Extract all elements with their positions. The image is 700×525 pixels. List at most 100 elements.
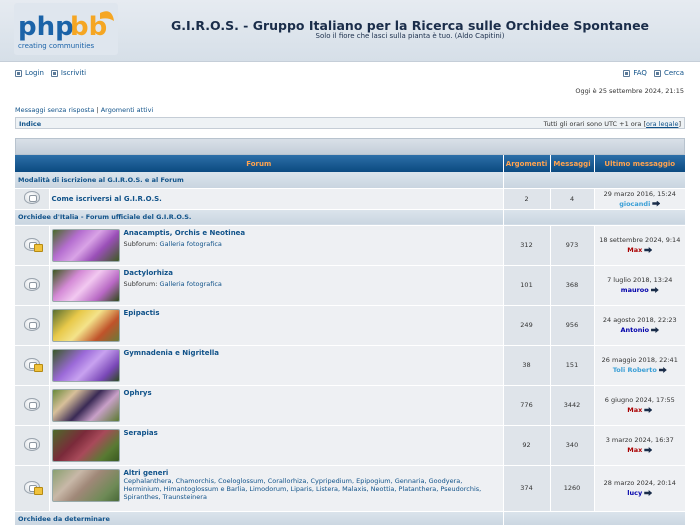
forum-read-icon	[23, 277, 40, 291]
last-post-author-line: Max	[595, 445, 686, 455]
subforum-label: Subforum:	[123, 239, 158, 248]
register-icon	[50, 69, 58, 77]
search-link[interactable]: Cerca	[664, 69, 684, 77]
search-icon	[653, 69, 661, 77]
forum-thumbnail[interactable]	[51, 308, 120, 342]
forum-thumbnail[interactable]	[51, 388, 120, 422]
topics-count: 101	[503, 265, 551, 306]
login-link[interactable]: Login	[25, 69, 44, 77]
goto-last-post-icon[interactable]	[652, 200, 661, 207]
faq-icon	[623, 69, 631, 77]
goto-last-post-icon[interactable]	[650, 287, 659, 293]
forum-unread-icon	[23, 237, 43, 252]
category-title[interactable]: Modalità di iscrizione al G.I.R.O.S. e a…	[15, 172, 504, 189]
last-post-author[interactable]: Max	[627, 446, 642, 454]
last-post-cell: 3 marzo 2024, 16:37 Max	[594, 425, 686, 466]
topics-count: 2	[503, 188, 551, 210]
legal-time-link[interactable]: ora legale	[646, 120, 678, 128]
last-post-author[interactable]: mauroo	[621, 286, 649, 294]
forum-row: Dactylorhiza Subforum: Galleria fotografi…	[15, 265, 686, 306]
register-link[interactable]: Iscriviti	[61, 69, 86, 77]
goto-last-post-icon[interactable]	[644, 447, 653, 453]
forum-thumbnail[interactable]	[51, 468, 120, 502]
subforum-link[interactable]: Galleria fotografica	[160, 240, 222, 248]
forum-icon-cell	[15, 188, 50, 210]
last-post-cell: 28 marzo 2024, 20:14 lucy	[594, 465, 686, 512]
category-row: Orchidee da determinare	[15, 511, 686, 525]
last-post-author-line: Antonio	[595, 325, 686, 335]
forum-info-cell: Come iscriversi al G.I.R.O.S.	[49, 188, 504, 210]
last-post-date: 7 luglio 2018, 13:24	[607, 276, 673, 284]
forum-info-cell: Anacamptis, Orchis e Neotinea Subforum: G…	[49, 225, 504, 266]
svg-text:php: php	[18, 12, 74, 42]
category-row: Modalità di iscrizione al G.I.R.O.S. e a…	[15, 172, 686, 189]
forum-icon-cell	[15, 265, 50, 306]
forum-icon-cell	[15, 425, 50, 466]
col-topics: Argomenti	[503, 155, 551, 172]
quick-links: Messaggi senza risposta | Argomenti atti…	[15, 106, 153, 114]
phpbb-logo[interactable]: php bb creating communities	[14, 3, 118, 55]
last-post-author[interactable]: Antonio	[620, 326, 649, 334]
last-post-author[interactable]: Max	[627, 406, 642, 414]
forum-unread-icon	[23, 480, 43, 495]
forum-info-cell: Dactylorhiza Subforum: Galleria fotografi…	[49, 265, 504, 306]
topics-count: 92	[503, 425, 551, 466]
breadcrumb-index[interactable]: Indice	[19, 120, 41, 128]
goto-last-post-icon[interactable]	[644, 247, 653, 253]
last-post-author[interactable]: Max	[627, 246, 642, 254]
goto-last-post-icon[interactable]	[644, 407, 653, 413]
forum-row: Ophrys 776 3442 6 giugno 2024, 17:55 Max	[15, 385, 686, 426]
last-post-author[interactable]: Toli Roberto	[613, 366, 657, 374]
goto-last-post-icon[interactable]	[658, 367, 667, 373]
last-post-author-line: lucy	[595, 488, 686, 498]
last-post-date: 24 agosto 2018, 22:23	[602, 316, 677, 324]
last-post-author-line: Max	[595, 405, 686, 415]
forum-thumbnail[interactable]	[51, 348, 120, 382]
nav-login-register: Login Iscriviti	[15, 69, 86, 77]
last-post-author[interactable]: lucy	[627, 489, 642, 497]
category-spacer	[503, 209, 686, 226]
forum-row: Altri generi Cephalanthera, Chamorchis, C…	[15, 465, 686, 512]
breadcrumb: Indice Tutti gli orari sono UTC +1 ora […	[15, 117, 685, 129]
forum-thumbnail[interactable]	[51, 268, 120, 302]
forum-info-cell: Gymnadenia e Nigritella	[49, 345, 504, 386]
forum-thumbnail[interactable]	[51, 428, 120, 462]
goto-last-post-icon[interactable]	[651, 327, 660, 333]
last-post-cell: 18 settembre 2024, 9:14 Max	[594, 225, 686, 266]
last-post-cell: 29 marzo 2016, 15:24 giocandi	[594, 188, 686, 210]
unanswered-link[interactable]: Messaggi senza risposta	[15, 106, 94, 114]
forum-icon-cell	[15, 225, 50, 266]
forum-icon-cell	[15, 345, 50, 386]
posts-count: 340	[550, 425, 595, 466]
forum-title-link[interactable]: Come iscriversi al G.I.R.O.S.	[52, 195, 501, 203]
site-header: php bb creating communities G.I.R.O.S. -…	[0, 0, 700, 62]
forum-thumbnail[interactable]	[51, 228, 120, 262]
col-forum: Forum	[15, 155, 504, 172]
forum-unread-icon	[23, 357, 43, 372]
category-title[interactable]: Orchidee d'Italia - Forum ufficiale del …	[15, 209, 504, 226]
col-last-post: Ultimo messaggio	[594, 155, 686, 172]
forum-read-icon	[23, 437, 40, 451]
page: php bb creating communities G.I.R.O.S. -…	[0, 0, 700, 525]
posts-count: 973	[550, 225, 595, 266]
posts-count: 4	[550, 188, 595, 210]
forum-read-icon	[23, 317, 40, 331]
category-title[interactable]: Orchidee da determinare	[15, 511, 504, 525]
forum-row: Serapias 92 340 3 marzo 2024, 16:37 Max	[15, 425, 686, 466]
active-topics-link[interactable]: Argomenti attivi	[101, 106, 154, 114]
posts-count: 956	[550, 305, 595, 346]
last-post-author-line: Max	[595, 245, 686, 255]
table-top-bar	[15, 138, 685, 155]
forum-row: Anacamptis, Orchis e Neotinea Subforum: G…	[15, 225, 686, 266]
forum-read-icon	[23, 191, 40, 204]
last-post-cell: 7 luglio 2018, 13:24 mauroo	[594, 265, 686, 306]
nav-faq-search: FAQ Cerca	[623, 69, 684, 77]
quick-links-separator: |	[96, 106, 99, 114]
posts-count: 3442	[550, 385, 595, 426]
goto-last-post-icon[interactable]	[644, 490, 653, 496]
last-post-author[interactable]: giocandi	[619, 200, 650, 208]
timezone-info: Tutti gli orari sono UTC +1 ora [ora leg…	[544, 120, 681, 128]
posts-count: 368	[550, 265, 595, 306]
faq-link[interactable]: FAQ	[633, 69, 647, 77]
subforum-link[interactable]: Galleria fotografica	[160, 280, 222, 288]
